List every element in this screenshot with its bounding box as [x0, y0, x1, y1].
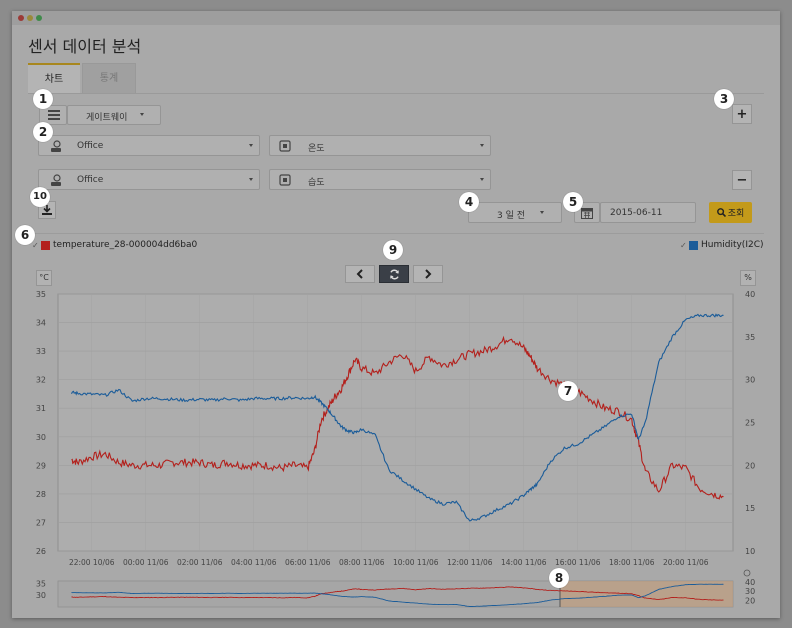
x-axis-tick-label: 20:00 11/06	[663, 558, 709, 567]
right-axis-tick-label: 20	[745, 461, 755, 470]
x-axis-tick-label: 06:00 11/06	[285, 558, 331, 567]
x-axis-tick-label: 12:00 11/06	[447, 558, 493, 567]
x-axis-tick-label: 00:00 11/06	[123, 558, 169, 567]
annotation-badge-8: 8	[549, 568, 569, 588]
right-axis-tick-label: 15	[745, 504, 755, 513]
navigator-right-tick-label: 30	[745, 587, 755, 596]
annotation-badge-5: 5	[563, 192, 583, 212]
left-axis-tick-label: 28	[36, 490, 46, 499]
left-axis-tick-label: 32	[36, 376, 46, 385]
sensor-line-chart[interactable]: 262728293031323334351015202530354022:00 …	[12, 11, 780, 618]
annotation-badge-3: 3	[714, 89, 734, 109]
right-axis-tick-label: 40	[745, 290, 755, 299]
left-axis-tick-label: 30	[36, 433, 46, 442]
info-icon	[743, 569, 751, 577]
x-axis-tick-label: 08:00 11/06	[339, 558, 385, 567]
x-axis-tick-label: 22:00 10/06	[69, 558, 115, 567]
annotation-badge-9: 9	[383, 240, 403, 260]
annotation-badge-10: 10	[30, 187, 50, 207]
annotation-badge-6: 6	[15, 225, 35, 245]
annotation-badge-7: 7	[558, 381, 578, 401]
x-axis-tick-label: 02:00 11/06	[177, 558, 223, 567]
x-axis-tick-label: 04:00 11/06	[231, 558, 277, 567]
left-axis-tick-label: 29	[36, 461, 46, 470]
navigator-left-tick-label: 30	[36, 591, 46, 600]
right-axis-tick-label: 35	[745, 333, 755, 342]
left-axis-tick-label: 31	[36, 404, 46, 413]
right-axis-tick-label: 30	[745, 376, 755, 385]
annotation-badge-4: 4	[459, 192, 479, 212]
left-axis-tick-label: 34	[36, 319, 46, 328]
navigator-selection	[560, 581, 733, 607]
right-axis-tick-label: 25	[745, 419, 755, 428]
left-axis-tick-label: 26	[36, 547, 46, 556]
annotation-badge-2: 2	[33, 122, 53, 142]
navigator-right-tick-label: 20	[745, 597, 755, 606]
x-axis-tick-label: 16:00 11/06	[555, 558, 601, 567]
left-axis-tick-label: 27	[36, 518, 46, 527]
x-axis-tick-label: 18:00 11/06	[609, 558, 655, 567]
x-axis-tick-label: 10:00 11/06	[393, 558, 439, 567]
x-axis-tick-label: 14:00 11/06	[501, 558, 547, 567]
annotation-badge-1: 1	[33, 89, 53, 109]
left-axis-tick-label: 33	[36, 347, 46, 356]
app-window: 센서 데이터 분석 차트 통계 게이트웨이 + Office 온도 Office	[12, 11, 780, 618]
left-axis-tick-label: 35	[36, 290, 46, 299]
right-axis-tick-label: 10	[745, 547, 755, 556]
navigator-left-tick-label: 35	[36, 579, 46, 588]
navigator-right-tick-label: 40	[745, 578, 755, 587]
